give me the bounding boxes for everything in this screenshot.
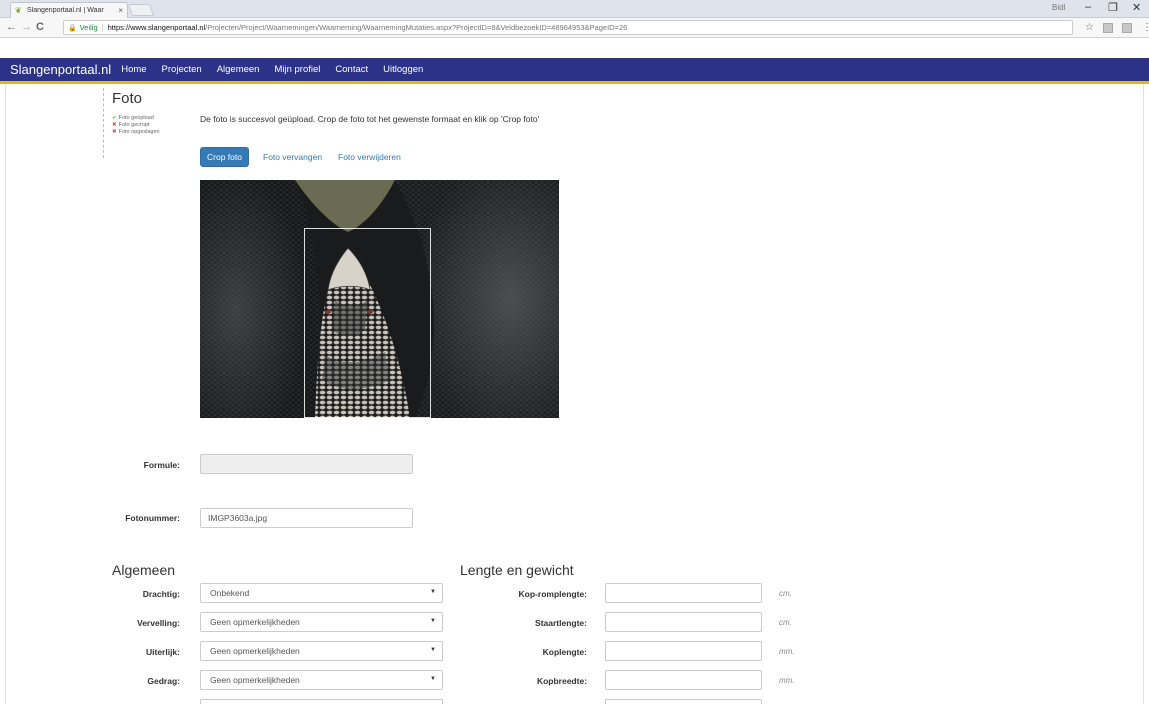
kopbreedte-input[interactable] [605,670,762,690]
next-select-partial[interactable] [200,699,443,704]
replace-photo-link[interactable]: Foto vervangen [263,152,322,162]
step-divider [103,88,104,158]
koplengte-label: Koplengte: [542,647,587,657]
url-separator: | [101,23,104,32]
back-icon[interactable]: ← [6,21,17,33]
nav-mijn-profiel[interactable]: Mijn profiel [274,64,320,75]
nav-home[interactable]: Home [121,64,146,75]
page-right-border [1143,84,1149,704]
drachtig-label: Drachtig: [142,589,180,599]
reload-icon[interactable]: C [36,21,44,33]
chevron-down-icon: ▼ [430,618,436,624]
staartlengte-label: Staartlengte: [535,618,587,628]
browser-tab[interactable]: ❦ Slangenportaal.nl | Waar × [10,2,128,18]
step-saved: ✖ Foto opgeslagen [112,129,160,135]
step-cropped: ✖ Foto gecropt [112,122,150,128]
chevron-down-icon: ▼ [430,647,436,653]
staartlengte-input[interactable] [605,612,762,632]
extension-icon[interactable] [1103,23,1113,33]
crop-photo-button[interactable]: Crop foto [200,147,249,167]
close-window-icon[interactable]: ✕ [1132,1,1141,14]
lock-icon: 🔒 [68,24,77,32]
close-tab-icon[interactable]: × [118,6,123,15]
cross-icon: ✖ [112,122,117,128]
tab-title: Slangenportaal.nl | Waar [27,7,104,14]
browser-menu-icon[interactable]: ⋮ [1142,22,1149,33]
gedrag-label: Gedrag: [147,676,180,686]
url-path: /Projecten/Project/Waarnemingen/Waarnemi… [205,23,628,32]
formule-label: Formule: [143,460,180,470]
site-navbar: Slangenportaal.nl Home Projecten Algemee… [0,58,1149,84]
drachtig-select[interactable]: Onbekend ▼ [200,583,443,603]
browser-tab-bar: ❦ Slangenportaal.nl | Waar × Bidl – ❐ ✕ [0,0,1149,18]
url-host: https://www.slangenportaal.nl [107,23,206,32]
step-uploaded: ✔ Foto geüpload [112,115,154,121]
nav-contact[interactable]: Contact [335,64,368,75]
minimize-icon[interactable]: – [1085,1,1091,13]
forward-icon[interactable]: → [21,21,32,33]
chevron-down-icon: ▼ [430,676,436,682]
unit-cm: cm. [779,618,792,627]
browser-toolbar: ← → C 🔒 Veilig | https://www.slangenport… [0,18,1149,38]
kop-romplengte-input[interactable] [605,583,762,603]
kop-romplengte-label: Kop-romplengte: [518,589,587,599]
koplengte-input[interactable] [605,641,762,661]
nav-algemeen[interactable]: Algemeen [217,64,260,75]
next-input-partial[interactable] [605,699,762,704]
profile-label[interactable]: Bidl [1052,3,1065,12]
nav-projecten[interactable]: Projecten [162,64,202,75]
section-title-algemeen: Algemeen [112,562,176,578]
upload-steps: ✔ Foto geüpload ✖ Foto gecropt ✖ Foto opges… [112,115,160,136]
chevron-down-icon: ▼ [430,589,436,595]
nav-uitloggen[interactable]: Uitloggen [383,64,423,75]
uiterlijk-label: Uiterlijk: [145,647,180,657]
upload-message: De foto is succesvol geüpload. Crop de f… [200,114,540,124]
brand-logo[interactable]: Slangenportaal.nl [10,62,111,77]
unit-cm: cm. [779,589,792,598]
cross-icon: ✖ [112,129,117,135]
gedrag-select[interactable]: Geen opmerkelijkheden ▼ [200,670,443,690]
secure-label: Veilig [79,23,98,32]
url-bar[interactable]: 🔒 Veilig | https://www.slangenportaal.nl… [63,20,1073,35]
unit-mm: mm. [779,647,795,656]
fotonummer-label: Fotonummer: [125,513,180,523]
snake-favicon-icon: ❦ [15,5,22,15]
uiterlijk-select[interactable]: Geen opmerkelijkheden ▼ [200,641,443,661]
formule-input [200,454,413,474]
crop-selection-box[interactable] [304,228,431,418]
section-title-foto: Foto [112,90,143,107]
unit-mm: mm. [779,676,795,685]
maximize-icon[interactable]: ❐ [1108,1,1118,14]
page-left-border [0,84,6,704]
fotonummer-input[interactable]: IMGP3603a.jpg [200,508,413,528]
delete-photo-link[interactable]: Foto verwijderen [338,152,401,162]
bookmark-star-icon[interactable]: ☆ [1085,22,1094,33]
extension-icon[interactable] [1122,23,1132,33]
kopbreedte-label: Kopbreedte: [536,676,587,686]
vervelling-select[interactable]: Geen opmerkelijkheden ▼ [200,612,443,632]
section-title-lengte: Lengte en gewicht [460,562,574,578]
check-icon: ✔ [112,115,117,121]
vervelling-label: Vervelling: [137,618,180,628]
new-tab-button[interactable] [127,4,155,16]
